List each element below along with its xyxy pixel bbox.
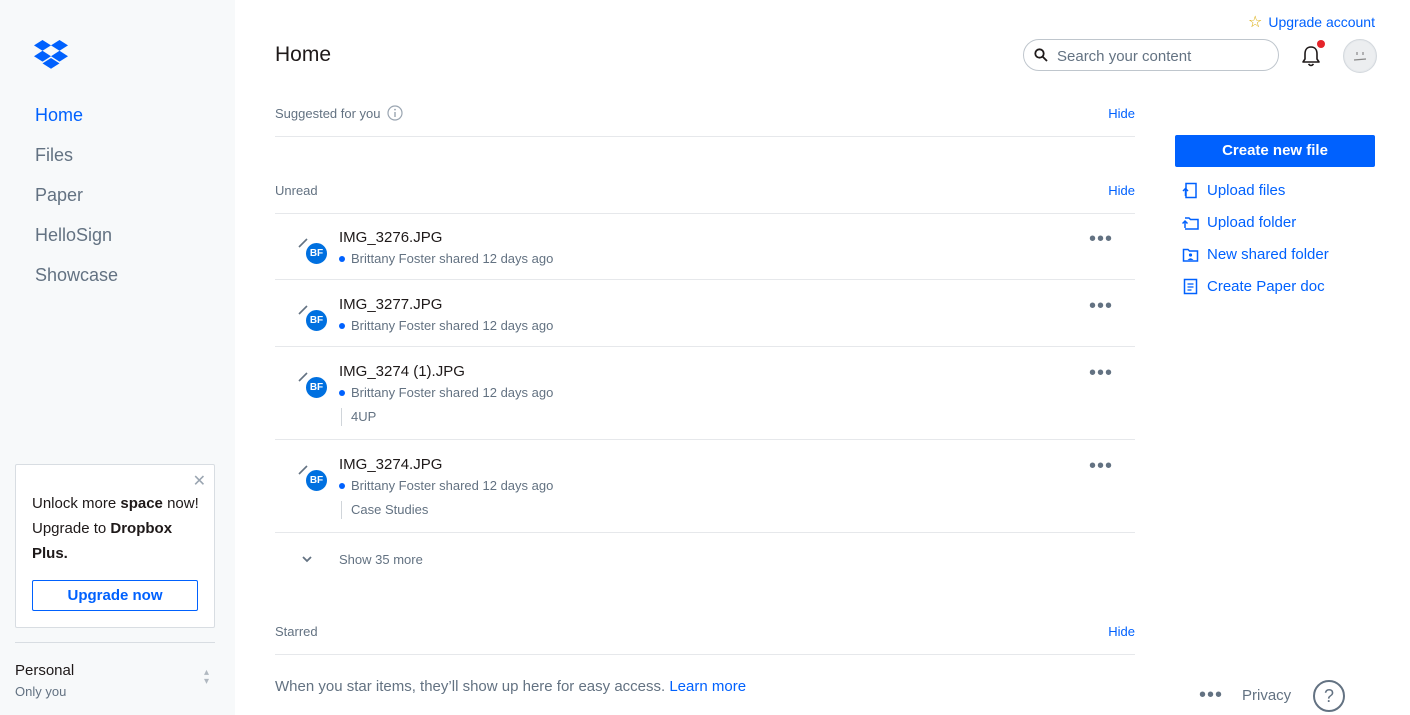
starred-empty-text: When you star items, they’ll show up her… bbox=[275, 678, 666, 695]
more-options-icon[interactable]: ••• bbox=[1089, 363, 1113, 383]
upload-folder-label: Upload folder bbox=[1207, 214, 1297, 231]
suggested-hide-button[interactable]: Hide bbox=[1108, 106, 1135, 121]
more-options-icon[interactable]: ••• bbox=[1089, 296, 1113, 316]
starred-empty-message: When you star items, they’ll show up her… bbox=[275, 678, 746, 695]
promo-text: Unlock more space now! Upgrade to Dropbo… bbox=[32, 491, 206, 566]
star-icon: ☆ bbox=[1248, 14, 1263, 31]
file-meta-text: Brittany Foster shared 12 days ago bbox=[351, 318, 554, 333]
file-name[interactable]: IMG_3276.JPG bbox=[339, 229, 442, 246]
paper-doc-icon bbox=[1183, 278, 1198, 295]
file-meta-text: Brittany Foster shared 12 days ago bbox=[351, 478, 554, 493]
user-initials-badge: BF bbox=[305, 309, 328, 332]
file-thumbnail: BF bbox=[295, 300, 328, 332]
sidebar-item-showcase[interactable]: Showcase bbox=[35, 260, 118, 300]
upload-folder-icon bbox=[1182, 217, 1199, 230]
upgrade-account-label: Upgrade account bbox=[1268, 14, 1375, 30]
account-name: Personal bbox=[15, 662, 75, 679]
info-icon[interactable] bbox=[387, 105, 403, 121]
chevron-down-icon bbox=[302, 556, 312, 563]
user-initials-badge: BF bbox=[305, 242, 328, 265]
file-meta: Brittany Foster shared 12 days ago bbox=[339, 318, 553, 333]
avatar[interactable] bbox=[1343, 39, 1377, 73]
starred-section-header: Starred Hide bbox=[275, 610, 1135, 655]
page-title: Home bbox=[275, 43, 332, 66]
more-options-icon[interactable]: ••• bbox=[1199, 684, 1223, 707]
folder-link[interactable]: 4UP bbox=[341, 408, 376, 426]
unread-title: Unread bbox=[275, 183, 318, 198]
starred-title: Starred bbox=[275, 624, 318, 639]
shared-folder-icon bbox=[1182, 248, 1199, 262]
sidebar-nav: Home Files Paper HelloSign Showcase bbox=[35, 100, 118, 300]
file-name[interactable]: IMG_3277.JPG bbox=[339, 296, 442, 313]
list-item[interactable]: BF IMG_3274.JPG Brittany Foster shared 1… bbox=[275, 440, 1135, 533]
upload-files-icon bbox=[1182, 182, 1197, 199]
unread-dot bbox=[339, 390, 345, 396]
dropbox-logo-icon[interactable] bbox=[34, 40, 68, 70]
file-thumbnail: BF bbox=[295, 460, 328, 492]
avatar-face-icon bbox=[1345, 41, 1375, 71]
account-subtitle: Only you bbox=[15, 684, 67, 699]
promo-text-part: Upgrade to bbox=[32, 520, 111, 537]
help-button[interactable]: ? bbox=[1313, 680, 1345, 712]
unread-dot bbox=[339, 483, 345, 489]
privacy-link[interactable]: Privacy bbox=[1242, 687, 1291, 704]
search-icon bbox=[1034, 48, 1048, 62]
list-item[interactable]: BF IMG_3276.JPG Brittany Foster shared 1… bbox=[275, 213, 1135, 280]
more-options-icon[interactable]: ••• bbox=[1089, 456, 1113, 476]
upgrade-promo-card: ✕ Unlock more space now! Upgrade to Drop… bbox=[15, 464, 215, 628]
user-initials-badge: BF bbox=[305, 376, 328, 399]
unread-section-header: Unread Hide bbox=[275, 169, 1135, 214]
suggested-title: Suggested for you bbox=[275, 106, 381, 121]
more-options-icon[interactable]: ••• bbox=[1089, 229, 1113, 249]
close-icon[interactable]: ✕ bbox=[193, 471, 206, 491]
list-item[interactable]: BF IMG_3274 (1).JPG Brittany Foster shar… bbox=[275, 347, 1135, 440]
sidebar-item-paper[interactable]: Paper bbox=[35, 180, 118, 220]
search-box bbox=[1023, 39, 1279, 71]
file-name[interactable]: IMG_3274 (1).JPG bbox=[339, 363, 465, 380]
user-initials-badge: BF bbox=[305, 469, 328, 492]
file-meta: Brittany Foster shared 12 days ago bbox=[339, 478, 553, 493]
show-more-label: Show 35 more bbox=[339, 552, 423, 567]
file-meta-text: Brittany Foster shared 12 days ago bbox=[351, 251, 554, 266]
sidebar-item-home[interactable]: Home bbox=[35, 100, 118, 140]
divider bbox=[15, 642, 215, 643]
account-switcher[interactable]: Personal Only you ▴ ▾ bbox=[15, 662, 215, 699]
search-input[interactable] bbox=[1055, 44, 1269, 68]
promo-text-part: now! bbox=[162, 495, 199, 512]
sidebar: Home Files Paper HelloSign Showcase ✕ Un… bbox=[0, 0, 235, 715]
list-item[interactable]: BF IMG_3277.JPG Brittany Foster shared 1… bbox=[275, 280, 1135, 347]
file-thumbnail: BF bbox=[295, 233, 328, 265]
file-thumbnail: BF bbox=[295, 367, 328, 399]
file-meta-text: Brittany Foster shared 12 days ago bbox=[351, 385, 554, 400]
learn-more-link[interactable]: Learn more bbox=[669, 678, 746, 695]
notification-dot bbox=[1317, 40, 1325, 48]
file-meta: Brittany Foster shared 12 days ago bbox=[339, 251, 553, 266]
upgrade-account-link[interactable]: ☆ Upgrade account bbox=[1248, 12, 1375, 32]
sidebar-item-hellosign[interactable]: HelloSign bbox=[35, 220, 118, 260]
promo-text-part: Unlock more bbox=[32, 495, 121, 512]
folder-link[interactable]: Case Studies bbox=[341, 501, 428, 519]
file-name[interactable]: IMG_3274.JPG bbox=[339, 456, 442, 473]
starred-hide-button[interactable]: Hide bbox=[1108, 624, 1135, 639]
create-new-file-button[interactable]: Create new file bbox=[1175, 135, 1375, 167]
new-shared-folder-label: New shared folder bbox=[1207, 246, 1329, 263]
unread-dot bbox=[339, 323, 345, 329]
unread-hide-button[interactable]: Hide bbox=[1108, 183, 1135, 198]
unread-dot bbox=[339, 256, 345, 262]
suggested-section-header: Suggested for you Hide bbox=[275, 92, 1135, 137]
sidebar-item-files[interactable]: Files bbox=[35, 140, 118, 180]
upload-files-label: Upload files bbox=[1207, 182, 1286, 199]
promo-text-bold: space bbox=[120, 495, 163, 512]
upgrade-now-button[interactable]: Upgrade now bbox=[32, 580, 198, 611]
create-paper-doc-label: Create Paper doc bbox=[1207, 278, 1325, 295]
chevron-up-down-icon: ▴ ▾ bbox=[203, 667, 209, 687]
file-meta: Brittany Foster shared 12 days ago bbox=[339, 385, 553, 400]
